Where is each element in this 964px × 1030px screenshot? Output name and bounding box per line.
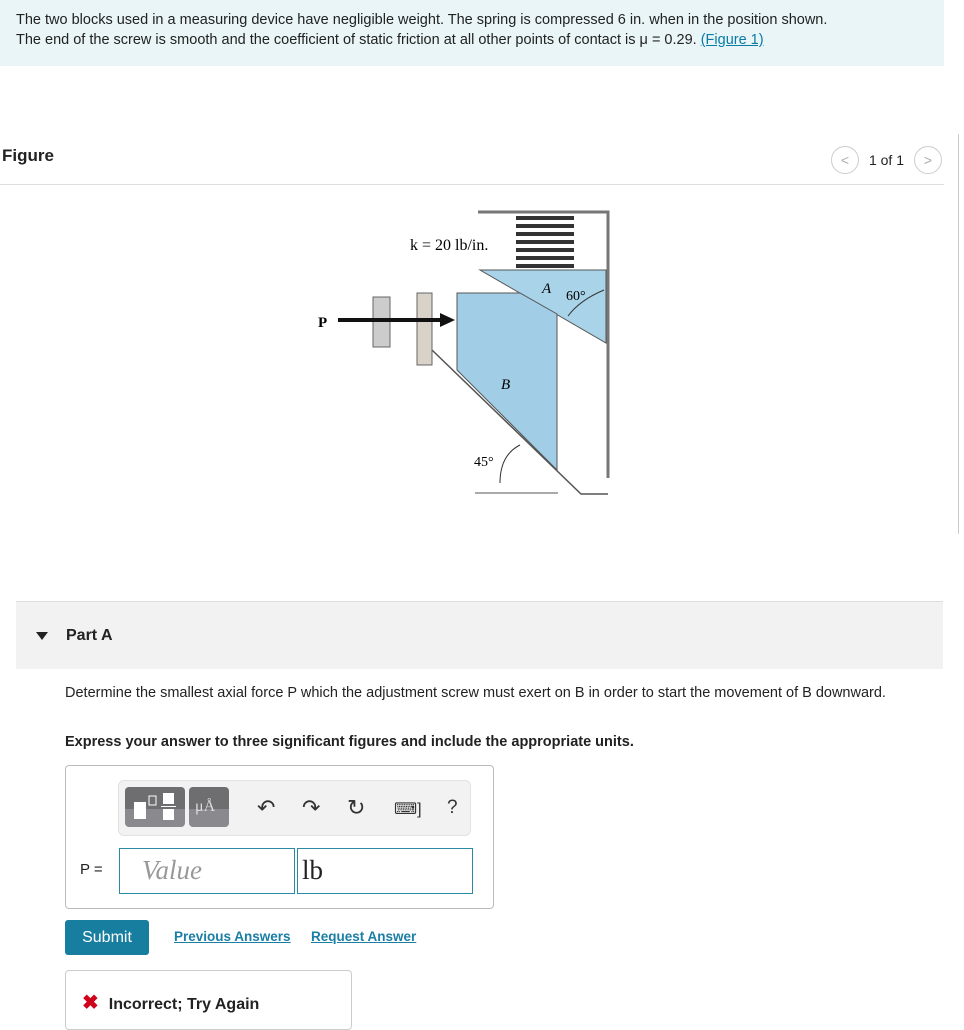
angle-45-label: 45° [474, 455, 494, 470]
instruction-text: Express your answer to three significant… [65, 734, 634, 750]
force-p-label: P [318, 315, 327, 331]
spring-constant-label: k = 20 lb/in. [410, 237, 488, 254]
feedback-box: ✖ Incorrect; Try Again [65, 970, 352, 1030]
incorrect-x-icon: ✖ [82, 992, 99, 1014]
reset-icon[interactable]: ↻ [347, 795, 365, 821]
question-text: Determine the smallest axial force P whi… [65, 685, 886, 701]
problem-line-1: The two blocks used in a measuring devic… [16, 12, 828, 28]
math-toolbar: μÅ ↶ ↷ ↻ ⌨] ? [118, 780, 471, 836]
unit-input[interactable]: lb [297, 848, 473, 894]
units-button[interactable]: μÅ [189, 787, 229, 827]
help-icon[interactable]: ? [447, 797, 458, 819]
divider [0, 184, 944, 185]
problem-line-2: The end of the screw is smooth and the c… [16, 32, 701, 48]
problem-statement: The two blocks used in a measuring devic… [0, 0, 944, 66]
keyboard-icon[interactable]: ⌨] [394, 799, 422, 819]
feedback-text: Incorrect; Try Again [108, 996, 260, 1013]
part-title: Part A [66, 626, 113, 644]
angle-60-label: 60° [566, 289, 586, 304]
figure-diagram: k = 20 lb/in. P A 60° B 45° [318, 210, 610, 495]
block-b-label: B [501, 377, 510, 393]
answer-label: P = [80, 861, 103, 878]
figure-pager: < 1 of 1 > [830, 146, 942, 174]
block-a-label: A [541, 281, 552, 297]
spring [516, 216, 574, 268]
figure-title: Figure [2, 146, 54, 165]
request-answer-link[interactable]: Request Answer [311, 929, 416, 944]
figure-link[interactable]: (Figure 1) [701, 32, 764, 48]
value-input[interactable]: Value [119, 848, 295, 894]
part-a-header[interactable]: Part A [16, 601, 943, 669]
collapse-triangle-icon [36, 631, 48, 640]
previous-answers-link[interactable]: Previous Answers [174, 929, 291, 944]
answer-box: μÅ ↶ ↷ ↻ ⌨] ? P = Value lb [65, 765, 494, 909]
submit-button[interactable]: Submit [65, 920, 149, 955]
undo-icon[interactable]: ↶ [257, 795, 275, 821]
scrollbar[interactable] [958, 134, 959, 534]
page-indicator: 1 of 1 [868, 152, 904, 168]
templates-icon[interactable] [125, 787, 185, 827]
chevron-left-icon[interactable]: < [830, 146, 859, 174]
redo-icon[interactable]: ↷ [302, 795, 320, 821]
chevron-right-icon[interactable]: > [914, 146, 942, 174]
